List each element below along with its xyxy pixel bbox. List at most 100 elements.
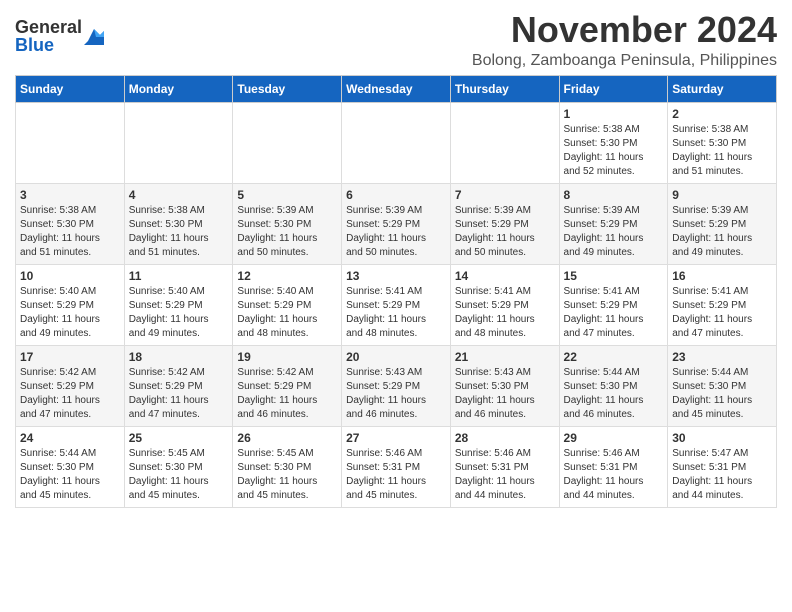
day-info: Sunrise: 5:46 AM Sunset: 5:31 PM Dayligh… (564, 447, 664, 503)
calendar-cell: 12 Sunrise: 5:40 AM Sunset: 5:29 PM Dayli… (233, 264, 342, 345)
calendar-week-row: 1 Sunrise: 5:38 AM Sunset: 5:30 PM Daylig… (16, 102, 777, 183)
header: General Blue November 2024 Bolong, Zambo… (15, 10, 777, 70)
day-number: 28 (455, 431, 555, 445)
day-info: Sunrise: 5:47 AM Sunset: 5:31 PM Dayligh… (672, 447, 772, 503)
location: Bolong, Zamboanga Peninsula, Philippines (472, 52, 777, 70)
day-info: Sunrise: 5:41 AM Sunset: 5:29 PM Dayligh… (564, 285, 664, 341)
calendar-header-row: SundayMondayTuesdayWednesdayThursdayFrid… (16, 75, 777, 102)
calendar-cell: 22 Sunrise: 5:44 AM Sunset: 5:30 PM Dayli… (559, 345, 668, 426)
day-info: Sunrise: 5:41 AM Sunset: 5:29 PM Dayligh… (455, 285, 555, 341)
day-number: 18 (129, 350, 229, 364)
calendar-cell: 9 Sunrise: 5:39 AM Sunset: 5:29 PM Daylig… (668, 183, 777, 264)
calendar-cell: 15 Sunrise: 5:41 AM Sunset: 5:29 PM Dayli… (559, 264, 668, 345)
day-number: 1 (564, 107, 664, 121)
day-info: Sunrise: 5:39 AM Sunset: 5:29 PM Dayligh… (346, 204, 446, 260)
calendar-day-header: Thursday (450, 75, 559, 102)
day-info: Sunrise: 5:39 AM Sunset: 5:29 PM Dayligh… (564, 204, 664, 260)
calendar-day-header: Sunday (16, 75, 125, 102)
day-number: 9 (672, 188, 772, 202)
calendar-day-header: Friday (559, 75, 668, 102)
day-number: 13 (346, 269, 446, 283)
calendar-cell: 5Sunrise: 5:39 AM Sunset: 5:30 PM Daylig… (233, 183, 342, 264)
day-info: Sunrise: 5:44 AM Sunset: 5:30 PM Dayligh… (564, 366, 664, 422)
calendar-cell: 30 Sunrise: 5:47 AM Sunset: 5:31 PM Dayli… (668, 426, 777, 507)
day-info: Sunrise: 5:38 AM Sunset: 5:30 PM Dayligh… (129, 204, 229, 260)
day-info: Sunrise: 5:38 AM Sunset: 5:30 PM Dayligh… (672, 123, 772, 179)
calendar-cell: 16Sunrise: 5:41 AM Sunset: 5:29 PM Dayli… (668, 264, 777, 345)
day-number: 3 (20, 188, 120, 202)
day-number: 20 (346, 350, 446, 364)
day-number: 25 (129, 431, 229, 445)
calendar-day-header: Tuesday (233, 75, 342, 102)
logo-general-text: General (15, 17, 82, 37)
calendar-day-header: Saturday (668, 75, 777, 102)
day-number: 8 (564, 188, 664, 202)
day-number: 29 (564, 431, 664, 445)
calendar-week-row: 10 Sunrise: 5:40 AM Sunset: 5:29 PM Dayli… (16, 264, 777, 345)
day-number: 2 (672, 107, 772, 121)
day-info: Sunrise: 5:45 AM Sunset: 5:30 PM Dayligh… (129, 447, 229, 503)
day-info: Sunrise: 5:39 AM Sunset: 5:29 PM Dayligh… (455, 204, 555, 260)
day-info: Sunrise: 5:40 AM Sunset: 5:29 PM Dayligh… (237, 285, 337, 341)
calendar-day-header: Wednesday (342, 75, 451, 102)
day-info: Sunrise: 5:46 AM Sunset: 5:31 PM Dayligh… (346, 447, 446, 503)
day-info: Sunrise: 5:42 AM Sunset: 5:29 PM Dayligh… (237, 366, 337, 422)
day-info: Sunrise: 5:45 AM Sunset: 5:30 PM Dayligh… (237, 447, 337, 503)
page-container: General Blue November 2024 Bolong, Zambo… (0, 0, 792, 523)
day-number: 30 (672, 431, 772, 445)
calendar-cell: 10Sunrise: 5:40 AM Sunset: 5:29 PM Dayli… (16, 264, 125, 345)
day-number: 24 (20, 431, 120, 445)
day-number: 26 (237, 431, 337, 445)
logo-blue-text: Blue (15, 35, 54, 55)
day-number: 12 (237, 269, 337, 283)
calendar-cell: 1 Sunrise: 5:38 AM Sunset: 5:30 PM Daylig… (559, 102, 668, 183)
day-number: 21 (455, 350, 555, 364)
day-number: 15 (564, 269, 664, 283)
day-info: Sunrise: 5:42 AM Sunset: 5:29 PM Dayligh… (20, 366, 120, 422)
day-number: 17 (20, 350, 120, 364)
month-title: November 2024 (472, 10, 777, 50)
day-number: 10 (20, 269, 120, 283)
logo: General Blue (15, 18, 104, 54)
calendar-cell: 11 Sunrise: 5:40 AM Sunset: 5:29 PM Dayli… (124, 264, 233, 345)
calendar-cell: 8 Sunrise: 5:39 AM Sunset: 5:29 PM Daylig… (559, 183, 668, 264)
calendar-cell: 2 Sunrise: 5:38 AM Sunset: 5:30 PM Daylig… (668, 102, 777, 183)
day-info: Sunrise: 5:38 AM Sunset: 5:30 PM Dayligh… (564, 123, 664, 179)
calendar-day-header: Monday (124, 75, 233, 102)
calendar-cell: 24 Sunrise: 5:44 AM Sunset: 5:30 PM Dayli… (16, 426, 125, 507)
calendar-cell: 25 Sunrise: 5:45 AM Sunset: 5:30 PM Dayli… (124, 426, 233, 507)
logo-icon (84, 27, 104, 45)
calendar-cell (233, 102, 342, 183)
day-number: 23 (672, 350, 772, 364)
day-info: Sunrise: 5:44 AM Sunset: 5:30 PM Dayligh… (672, 366, 772, 422)
calendar-cell: 28Sunrise: 5:46 AM Sunset: 5:31 PM Dayli… (450, 426, 559, 507)
day-info: Sunrise: 5:41 AM Sunset: 5:29 PM Dayligh… (672, 285, 772, 341)
calendar-cell: 23 Sunrise: 5:44 AM Sunset: 5:30 PM Dayli… (668, 345, 777, 426)
calendar-cell: 29 Sunrise: 5:46 AM Sunset: 5:31 PM Dayli… (559, 426, 668, 507)
day-number: 4 (129, 188, 229, 202)
calendar-table: SundayMondayTuesdayWednesdayThursdayFrid… (15, 75, 777, 508)
calendar-week-row: 24 Sunrise: 5:44 AM Sunset: 5:30 PM Dayli… (16, 426, 777, 507)
day-number: 5 (237, 188, 337, 202)
day-number: 14 (455, 269, 555, 283)
calendar-cell (450, 102, 559, 183)
day-info: Sunrise: 5:43 AM Sunset: 5:30 PM Dayligh… (455, 366, 555, 422)
day-number: 22 (564, 350, 664, 364)
day-info: Sunrise: 5:44 AM Sunset: 5:30 PM Dayligh… (20, 447, 120, 503)
day-number: 6 (346, 188, 446, 202)
calendar-week-row: 3 Sunrise: 5:38 AM Sunset: 5:30 PM Daylig… (16, 183, 777, 264)
calendar-cell: 3 Sunrise: 5:38 AM Sunset: 5:30 PM Daylig… (16, 183, 125, 264)
day-info: Sunrise: 5:38 AM Sunset: 5:30 PM Dayligh… (20, 204, 120, 260)
day-number: 11 (129, 269, 229, 283)
day-info: Sunrise: 5:41 AM Sunset: 5:29 PM Dayligh… (346, 285, 446, 341)
day-info: Sunrise: 5:39 AM Sunset: 5:29 PM Dayligh… (672, 204, 772, 260)
calendar-cell (16, 102, 125, 183)
day-info: Sunrise: 5:42 AM Sunset: 5:29 PM Dayligh… (129, 366, 229, 422)
calendar-cell (124, 102, 233, 183)
day-info: Sunrise: 5:40 AM Sunset: 5:29 PM Dayligh… (129, 285, 229, 341)
calendar-cell: 18 Sunrise: 5:42 AM Sunset: 5:29 PM Dayli… (124, 345, 233, 426)
calendar-cell: 20Sunrise: 5:43 AM Sunset: 5:29 PM Dayli… (342, 345, 451, 426)
title-block: November 2024 Bolong, Zamboanga Peninsul… (472, 10, 777, 70)
day-number: 27 (346, 431, 446, 445)
calendar-cell: 17 Sunrise: 5:42 AM Sunset: 5:29 PM Dayli… (16, 345, 125, 426)
